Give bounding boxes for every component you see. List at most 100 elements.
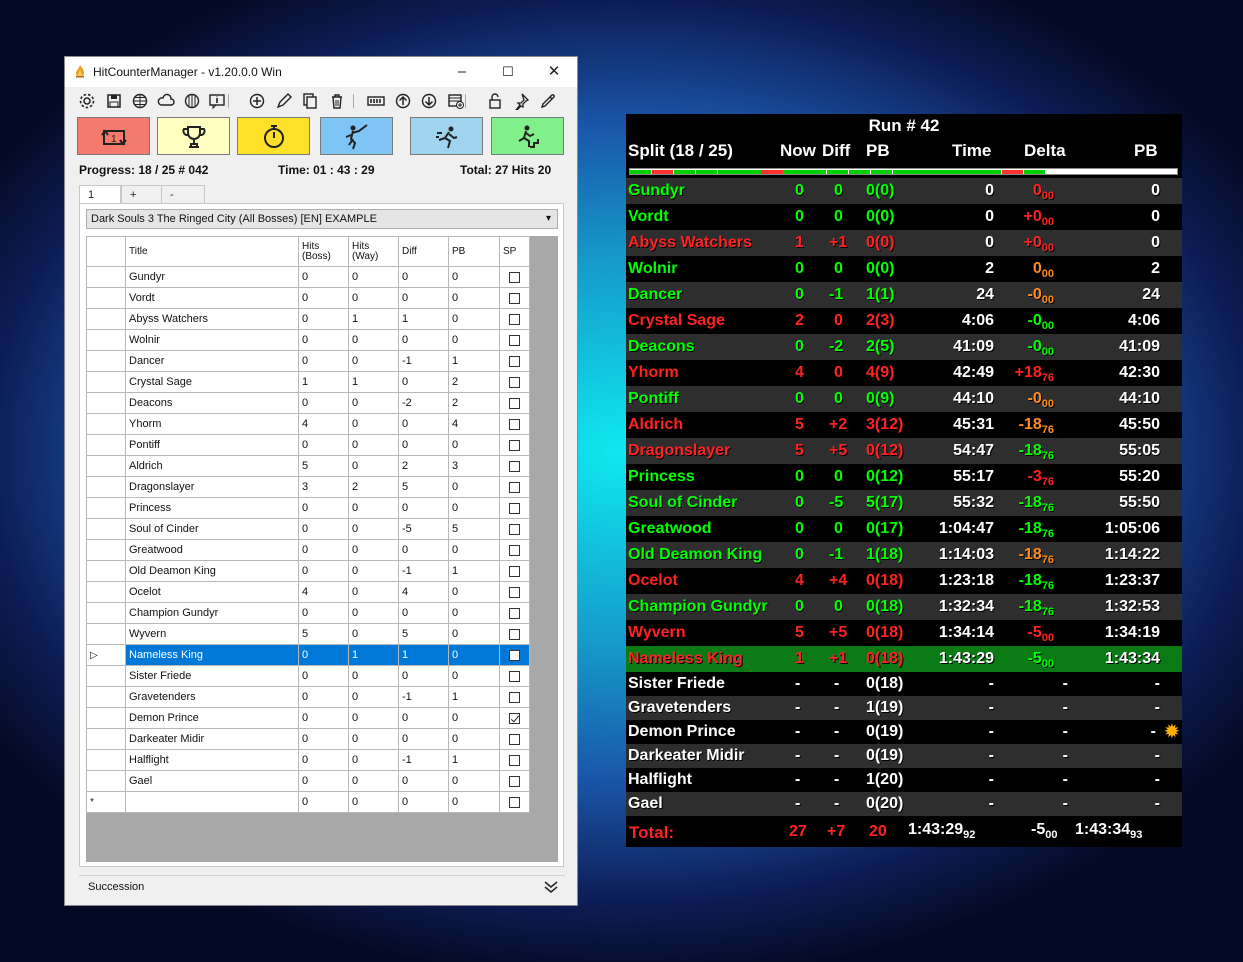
col-hits-boss[interactable]: Hits (Boss) <box>298 236 349 267</box>
cell-diff[interactable]: 2 <box>398 455 449 477</box>
cell-sp[interactable] <box>499 413 530 435</box>
table-row[interactable]: Crystal Sage 1 1 0 2 <box>86 371 530 393</box>
sp-checkbox[interactable] <box>509 565 520 577</box>
cell-pb[interactable]: 2 <box>448 371 500 393</box>
cell-pb[interactable]: 5 <box>448 518 500 540</box>
cell-sp[interactable] <box>499 602 530 624</box>
row-header[interactable] <box>86 686 126 708</box>
double-chevron-down-icon[interactable] <box>543 880 559 894</box>
cell-hits-boss[interactable]: 0 <box>298 707 349 729</box>
table-row[interactable]: Dragonslayer 3 2 5 0 <box>86 476 530 498</box>
cell-hits-boss[interactable]: 0 <box>298 266 349 288</box>
arrow-up-icon[interactable] <box>394 92 412 110</box>
hit-boss-button[interactable] <box>320 117 393 155</box>
cell-diff[interactable]: 5 <box>398 476 449 498</box>
cell-diff[interactable]: -1 <box>398 686 449 708</box>
cell-hits-boss[interactable]: 0 <box>298 392 349 414</box>
cell-hits-way[interactable]: 0 <box>348 686 399 708</box>
col-title[interactable]: Title <box>125 236 299 267</box>
cell-pb[interactable]: 0 <box>448 770 500 792</box>
row-header[interactable]: ▷ <box>86 644 126 666</box>
sp-checkbox[interactable] <box>509 502 520 514</box>
row-header[interactable] <box>86 308 126 330</box>
close-button[interactable]: ✕ <box>531 57 577 87</box>
pin-icon[interactable] <box>512 92 530 113</box>
cell-sp[interactable] <box>499 560 530 582</box>
row-header[interactable] <box>86 455 126 477</box>
row-header[interactable] <box>86 707 126 729</box>
cell-title[interactable]: Soul of Cinder <box>125 518 299 540</box>
row-header[interactable] <box>86 329 126 351</box>
cell-sp[interactable] <box>499 518 530 540</box>
cell-hits-way[interactable]: 0 <box>348 770 399 792</box>
cell-hits-boss[interactable]: 1 <box>298 371 349 393</box>
cell-diff[interactable]: 0 <box>398 770 449 792</box>
sp-checkbox[interactable] <box>509 649 520 661</box>
cell-title[interactable]: Ocelot <box>125 581 299 603</box>
table-row[interactable]: Gael 0 0 0 0 <box>86 770 530 792</box>
eyedropper-icon[interactable] <box>539 92 557 110</box>
cell-diff[interactable]: 0 <box>398 266 449 288</box>
cell-pb[interactable]: 4 <box>448 413 500 435</box>
cell-hits-boss[interactable]: 0 <box>298 560 349 582</box>
cell-diff[interactable]: 0 <box>398 728 449 750</box>
cell-hits-boss[interactable]: 0 <box>298 434 349 456</box>
cell-hits-boss[interactable]: 0 <box>298 329 349 351</box>
table-row[interactable]: Aldrich 5 0 2 3 <box>86 455 530 477</box>
cell-pb[interactable]: 2 <box>448 392 500 414</box>
row-header[interactable] <box>86 623 126 645</box>
cell-title[interactable]: Demon Prince <box>125 707 299 729</box>
cell-title[interactable]: Gael <box>125 770 299 792</box>
cell-sp[interactable] <box>499 434 530 456</box>
cell-title[interactable]: Princess <box>125 497 299 519</box>
cell-hits-boss[interactable]: 0 <box>298 350 349 372</box>
cell-hits-way[interactable]: 0 <box>348 707 399 729</box>
cell-pb[interactable]: 0 <box>448 623 500 645</box>
row-header[interactable] <box>86 371 126 393</box>
cell-title[interactable]: Abyss Watchers <box>125 308 299 330</box>
cell-hits-boss[interactable]: 5 <box>298 623 349 645</box>
cell-sp[interactable] <box>499 371 530 393</box>
sp-checkbox[interactable] <box>509 607 520 619</box>
cell-title[interactable]: Pontiff <box>125 434 299 456</box>
cell-pb[interactable]: 1 <box>448 749 500 771</box>
cell-hits-way[interactable]: 0 <box>348 413 399 435</box>
cell-sp[interactable] <box>499 770 530 792</box>
row-header[interactable] <box>86 497 126 519</box>
cell-title[interactable]: Darkeater Midir <box>125 728 299 750</box>
cell-diff[interactable]: 1 <box>398 644 449 666</box>
row-header[interactable] <box>86 665 126 687</box>
cell-sp[interactable] <box>499 728 530 750</box>
splits-grid[interactable]: Title Hits (Boss) Hits (Way) Diff PB SP Gundyr 0… <box>86 236 558 862</box>
cell-hits-boss[interactable]: 0 <box>298 497 349 519</box>
sp-checkbox[interactable] <box>509 628 520 640</box>
table-row[interactable]: Vordt 0 0 0 0 <box>86 287 530 309</box>
delete-icon[interactable] <box>328 92 346 110</box>
table-row[interactable]: Greatwood 0 0 0 0 <box>86 539 530 561</box>
cell-sp[interactable] <box>499 455 530 477</box>
cell-diff[interactable]: 0 <box>398 665 449 687</box>
table-row[interactable]: Princess 0 0 0 0 <box>86 497 530 519</box>
cell-sp[interactable] <box>499 497 530 519</box>
cell-title[interactable]: Sister Friede <box>125 665 299 687</box>
cell-pb[interactable]: 0 <box>448 308 500 330</box>
cell-hits-way[interactable]: 1 <box>348 644 399 666</box>
tab-remove[interactable]: - <box>161 185 205 203</box>
sp-checkbox[interactable] <box>509 733 520 745</box>
sp-checkbox[interactable] <box>509 754 520 766</box>
cell-hits-way[interactable]: 0 <box>348 539 399 561</box>
minimize-button[interactable]: – <box>439 57 485 87</box>
succession-panel[interactable]: Succession <box>79 875 565 896</box>
cell-hits-boss[interactable]: 0 <box>298 728 349 750</box>
table-row[interactable]: ▷ Nameless King 0 1 1 0 <box>86 644 530 666</box>
cell-hits-way[interactable]: 0 <box>348 455 399 477</box>
cell-hits-boss[interactable]: 0 <box>298 686 349 708</box>
row-header[interactable] <box>86 287 126 309</box>
table-row[interactable]: Deacons 0 0 -2 2 <box>86 392 530 414</box>
sp-checkbox[interactable] <box>509 586 520 598</box>
cell-hits-way[interactable]: 0 <box>348 497 399 519</box>
sp-checkbox[interactable] <box>509 439 520 451</box>
sp-checkbox[interactable] <box>509 271 520 283</box>
reset-button[interactable]: 1 <box>77 117 150 155</box>
cell-sp[interactable] <box>499 707 530 729</box>
